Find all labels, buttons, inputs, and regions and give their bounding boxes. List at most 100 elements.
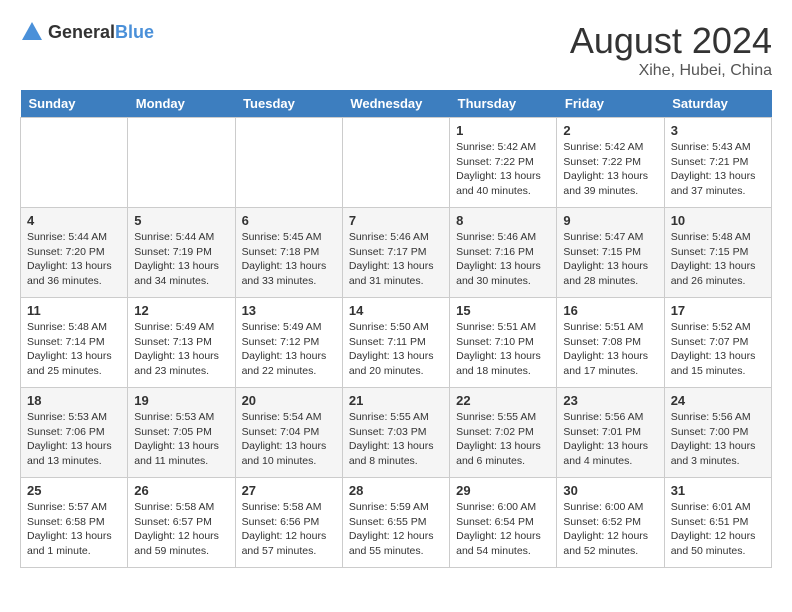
calendar-cell: 15 Sunrise: 5:51 AM Sunset: 7:10 PM Dayli… xyxy=(450,298,557,388)
weekday-header-saturday: Saturday xyxy=(664,90,771,118)
day-detail: Sunrise: 5:46 AM Sunset: 7:16 PM Dayligh… xyxy=(456,230,550,289)
day-number: 26 xyxy=(134,483,228,498)
calendar-cell xyxy=(235,118,342,208)
day-detail: Sunrise: 5:53 AM Sunset: 7:06 PM Dayligh… xyxy=(27,410,121,469)
weekday-header-friday: Friday xyxy=(557,90,664,118)
day-detail: Sunrise: 5:55 AM Sunset: 7:02 PM Dayligh… xyxy=(456,410,550,469)
day-detail: Sunrise: 5:59 AM Sunset: 6:55 PM Dayligh… xyxy=(349,500,443,559)
day-number: 13 xyxy=(242,303,336,318)
calendar-cell: 6 Sunrise: 5:45 AM Sunset: 7:18 PM Daylig… xyxy=(235,208,342,298)
day-detail: Sunrise: 5:57 AM Sunset: 6:58 PM Dayligh… xyxy=(27,500,121,559)
calendar-cell: 30Sunrise: 6:00 AM Sunset: 6:52 PM Dayli… xyxy=(557,478,664,568)
calendar-cell: 5 Sunrise: 5:44 AM Sunset: 7:19 PM Daylig… xyxy=(128,208,235,298)
day-number: 28 xyxy=(349,483,443,498)
calendar-cell: 17Sunrise: 5:52 AM Sunset: 7:07 PM Dayli… xyxy=(664,298,771,388)
day-detail: Sunrise: 5:44 AM Sunset: 7:20 PM Dayligh… xyxy=(27,230,121,289)
calendar-cell: 18Sunrise: 5:53 AM Sunset: 7:06 PM Dayli… xyxy=(21,388,128,478)
calendar-table: SundayMondayTuesdayWednesdayThursdayFrid… xyxy=(20,90,772,568)
day-number: 20 xyxy=(242,393,336,408)
day-number: 22 xyxy=(456,393,550,408)
day-detail: Sunrise: 5:46 AM Sunset: 7:17 PM Dayligh… xyxy=(349,230,443,289)
day-detail: Sunrise: 5:51 AM Sunset: 7:08 PM Dayligh… xyxy=(563,320,657,379)
calendar-cell: 11Sunrise: 5:48 AM Sunset: 7:14 PM Dayli… xyxy=(21,298,128,388)
day-number: 14 xyxy=(349,303,443,318)
day-number: 23 xyxy=(563,393,657,408)
title-block: August 2024 Xihe, Hubei, China xyxy=(570,20,772,80)
weekday-header-thursday: Thursday xyxy=(450,90,557,118)
day-number: 10 xyxy=(671,213,765,228)
day-number: 24 xyxy=(671,393,765,408)
day-detail: Sunrise: 5:49 AM Sunset: 7:12 PM Dayligh… xyxy=(242,320,336,379)
calendar-cell: 28 Sunrise: 5:59 AM Sunset: 6:55 PM Dayli… xyxy=(342,478,449,568)
day-detail: Sunrise: 5:58 AM Sunset: 6:56 PM Dayligh… xyxy=(242,500,336,559)
day-detail: Sunrise: 5:56 AM Sunset: 7:01 PM Dayligh… xyxy=(563,410,657,469)
calendar-cell: 26Sunrise: 5:58 AM Sunset: 6:57 PM Dayli… xyxy=(128,478,235,568)
calendar-cell xyxy=(128,118,235,208)
calendar-cell: 4 Sunrise: 5:44 AM Sunset: 7:20 PM Daylig… xyxy=(21,208,128,298)
calendar-cell: 27 Sunrise: 5:58 AM Sunset: 6:56 PM Dayli… xyxy=(235,478,342,568)
day-detail: Sunrise: 6:00 AM Sunset: 6:52 PM Dayligh… xyxy=(563,500,657,559)
day-detail: Sunrise: 5:48 AM Sunset: 7:15 PM Dayligh… xyxy=(671,230,765,289)
calendar-cell: 29Sunrise: 6:00 AM Sunset: 6:54 PM Dayli… xyxy=(450,478,557,568)
weekday-header-sunday: Sunday xyxy=(21,90,128,118)
calendar-cell: 10 Sunrise: 5:48 AM Sunset: 7:15 PM Dayli… xyxy=(664,208,771,298)
day-detail: Sunrise: 5:53 AM Sunset: 7:05 PM Dayligh… xyxy=(134,410,228,469)
day-number: 17 xyxy=(671,303,765,318)
calendar-cell: 21 Sunrise: 5:55 AM Sunset: 7:03 PM Dayli… xyxy=(342,388,449,478)
calendar-cell: 14 Sunrise: 5:50 AM Sunset: 7:11 PM Dayli… xyxy=(342,298,449,388)
day-detail: Sunrise: 5:43 AM Sunset: 7:21 PM Dayligh… xyxy=(671,140,765,199)
calendar-cell: 7 Sunrise: 5:46 AM Sunset: 7:17 PM Daylig… xyxy=(342,208,449,298)
day-number: 5 xyxy=(134,213,228,228)
day-number: 1 xyxy=(456,123,550,138)
logo-icon xyxy=(20,20,44,44)
logo-text: GeneralBlue xyxy=(48,22,154,43)
calendar-cell xyxy=(21,118,128,208)
day-detail: Sunrise: 6:01 AM Sunset: 6:51 PM Dayligh… xyxy=(671,500,765,559)
calendar-cell: 16Sunrise: 5:51 AM Sunset: 7:08 PM Dayli… xyxy=(557,298,664,388)
week-row-3: 11Sunrise: 5:48 AM Sunset: 7:14 PM Dayli… xyxy=(21,298,772,388)
weekday-header-wednesday: Wednesday xyxy=(342,90,449,118)
calendar-cell xyxy=(342,118,449,208)
day-detail: Sunrise: 5:49 AM Sunset: 7:13 PM Dayligh… xyxy=(134,320,228,379)
day-detail: Sunrise: 5:50 AM Sunset: 7:11 PM Dayligh… xyxy=(349,320,443,379)
calendar-cell: 1 Sunrise: 5:42 AM Sunset: 7:22 PM Daylig… xyxy=(450,118,557,208)
week-row-4: 18Sunrise: 5:53 AM Sunset: 7:06 PM Dayli… xyxy=(21,388,772,478)
calendar-cell: 12 Sunrise: 5:49 AM Sunset: 7:13 PM Dayli… xyxy=(128,298,235,388)
location: Xihe, Hubei, China xyxy=(570,62,772,80)
day-number: 11 xyxy=(27,303,121,318)
week-row-2: 4 Sunrise: 5:44 AM Sunset: 7:20 PM Daylig… xyxy=(21,208,772,298)
day-detail: Sunrise: 5:51 AM Sunset: 7:10 PM Dayligh… xyxy=(456,320,550,379)
week-row-5: 25 Sunrise: 5:57 AM Sunset: 6:58 PM Dayli… xyxy=(21,478,772,568)
day-number: 15 xyxy=(456,303,550,318)
weekday-header-tuesday: Tuesday xyxy=(235,90,342,118)
day-number: 25 xyxy=(27,483,121,498)
day-number: 7 xyxy=(349,213,443,228)
calendar-cell: 3 Sunrise: 5:43 AM Sunset: 7:21 PM Daylig… xyxy=(664,118,771,208)
day-number: 2 xyxy=(563,123,657,138)
weekday-header-monday: Monday xyxy=(128,90,235,118)
day-number: 6 xyxy=(242,213,336,228)
day-detail: Sunrise: 5:47 AM Sunset: 7:15 PM Dayligh… xyxy=(563,230,657,289)
day-detail: Sunrise: 5:42 AM Sunset: 7:22 PM Dayligh… xyxy=(456,140,550,199)
day-detail: Sunrise: 5:45 AM Sunset: 7:18 PM Dayligh… xyxy=(242,230,336,289)
day-detail: Sunrise: 5:42 AM Sunset: 7:22 PM Dayligh… xyxy=(563,140,657,199)
calendar-cell: 31Sunrise: 6:01 AM Sunset: 6:51 PM Dayli… xyxy=(664,478,771,568)
week-row-1: 1 Sunrise: 5:42 AM Sunset: 7:22 PM Daylig… xyxy=(21,118,772,208)
logo: GeneralBlue xyxy=(20,20,154,44)
calendar-cell: 13 Sunrise: 5:49 AM Sunset: 7:12 PM Dayli… xyxy=(235,298,342,388)
day-detail: Sunrise: 5:44 AM Sunset: 7:19 PM Dayligh… xyxy=(134,230,228,289)
day-number: 12 xyxy=(134,303,228,318)
day-number: 4 xyxy=(27,213,121,228)
day-detail: Sunrise: 5:55 AM Sunset: 7:03 PM Dayligh… xyxy=(349,410,443,469)
month-year: August 2024 xyxy=(570,20,772,62)
page-header: GeneralBlue August 2024 Xihe, Hubei, Chi… xyxy=(20,20,772,80)
day-number: 27 xyxy=(242,483,336,498)
calendar-cell: 20 Sunrise: 5:54 AM Sunset: 7:04 PM Dayli… xyxy=(235,388,342,478)
day-number: 9 xyxy=(563,213,657,228)
calendar-cell: 24 Sunrise: 5:56 AM Sunset: 7:00 PM Dayli… xyxy=(664,388,771,478)
day-number: 21 xyxy=(349,393,443,408)
day-detail: Sunrise: 5:56 AM Sunset: 7:00 PM Dayligh… xyxy=(671,410,765,469)
day-number: 3 xyxy=(671,123,765,138)
calendar-cell: 2 Sunrise: 5:42 AM Sunset: 7:22 PM Daylig… xyxy=(557,118,664,208)
day-detail: Sunrise: 5:54 AM Sunset: 7:04 PM Dayligh… xyxy=(242,410,336,469)
